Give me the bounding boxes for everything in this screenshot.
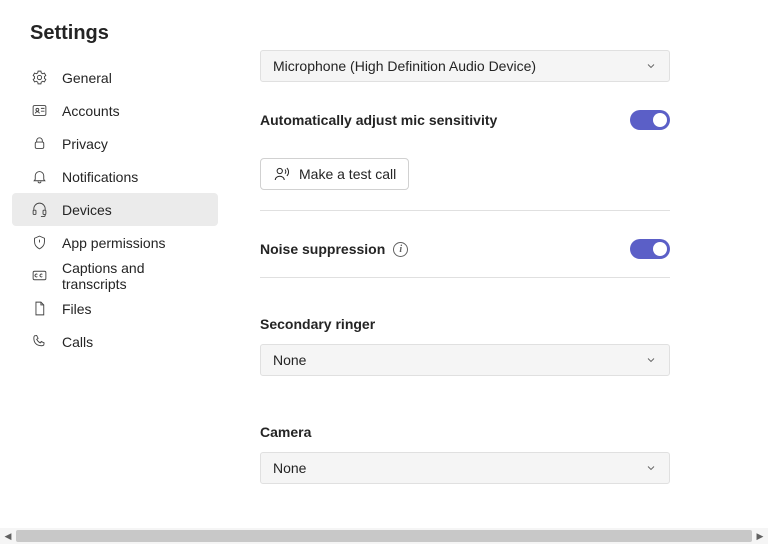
sidebar-item-label: Captions and transcripts [62,260,206,292]
bell-icon [30,168,48,186]
page-title: Settings [12,22,218,61]
sidebar-item-general[interactable]: General [12,61,218,94]
microphone-dropdown-value: Microphone (High Definition Audio Device… [273,58,536,74]
sidebar-item-label: Accounts [62,103,120,119]
sidebar-item-label: Calls [62,334,93,350]
sidebar-item-label: Privacy [62,136,108,152]
person-call-icon [273,165,291,183]
info-icon[interactable]: i [393,242,408,257]
auto-mic-sensitivity-toggle[interactable] [630,110,670,130]
secondary-ringer-label: Secondary ringer [260,316,670,332]
settings-main: Microphone (High Definition Audio Device… [230,0,768,544]
phone-icon [30,333,48,351]
make-test-call-button[interactable]: Make a test call [260,158,409,190]
chevron-down-icon [645,462,657,474]
microphone-dropdown[interactable]: Microphone (High Definition Audio Device… [260,50,670,82]
sidebar-item-app-permissions[interactable]: App permissions [12,226,218,259]
noise-suppression-label: Noise suppression [260,241,385,257]
sidebar-item-privacy[interactable]: Privacy [12,127,218,160]
auto-mic-sensitivity-row: Automatically adjust mic sensitivity [260,110,670,130]
sidebar-item-label: General [62,70,112,86]
sidebar-item-calls[interactable]: Calls [12,325,218,358]
noise-suppression-row: Noise suppression i [260,239,670,259]
camera-dropdown[interactable]: None [260,452,670,484]
lock-icon [30,135,48,153]
id-card-icon [30,102,48,120]
settings-nav: General Accounts Privacy [12,61,218,358]
sidebar-item-label: Notifications [62,169,138,185]
scroll-right-arrow[interactable]: ▶ [752,528,768,544]
sidebar-item-accounts[interactable]: Accounts [12,94,218,127]
settings-sidebar: Settings General Accounts [0,0,230,544]
horizontal-scrollbar[interactable]: ◀ ▶ [0,528,768,544]
gear-icon [30,69,48,87]
sidebar-item-notifications[interactable]: Notifications [12,160,218,193]
noise-suppression-toggle[interactable] [630,239,670,259]
secondary-ringer-value: None [273,352,306,368]
sidebar-item-captions[interactable]: Captions and transcripts [12,259,218,292]
camera-value: None [273,460,306,476]
scrollbar-track[interactable] [16,528,752,544]
chevron-down-icon [645,60,657,72]
sidebar-item-label: Devices [62,202,112,218]
auto-mic-sensitivity-label: Automatically adjust mic sensitivity [260,112,497,128]
shield-icon [30,234,48,252]
chevron-down-icon [645,354,657,366]
secondary-ringer-dropdown[interactable]: None [260,344,670,376]
make-test-call-label: Make a test call [299,166,396,182]
headset-icon [30,201,48,219]
file-icon [30,300,48,318]
scrollbar-thumb[interactable] [16,530,752,542]
scroll-left-arrow[interactable]: ◀ [0,528,16,544]
sidebar-item-files[interactable]: Files [12,292,218,325]
sidebar-item-label: Files [62,301,92,317]
captions-icon [30,267,48,285]
camera-label: Camera [260,424,670,440]
sidebar-item-devices[interactable]: Devices [12,193,218,226]
sidebar-item-label: App permissions [62,235,166,251]
